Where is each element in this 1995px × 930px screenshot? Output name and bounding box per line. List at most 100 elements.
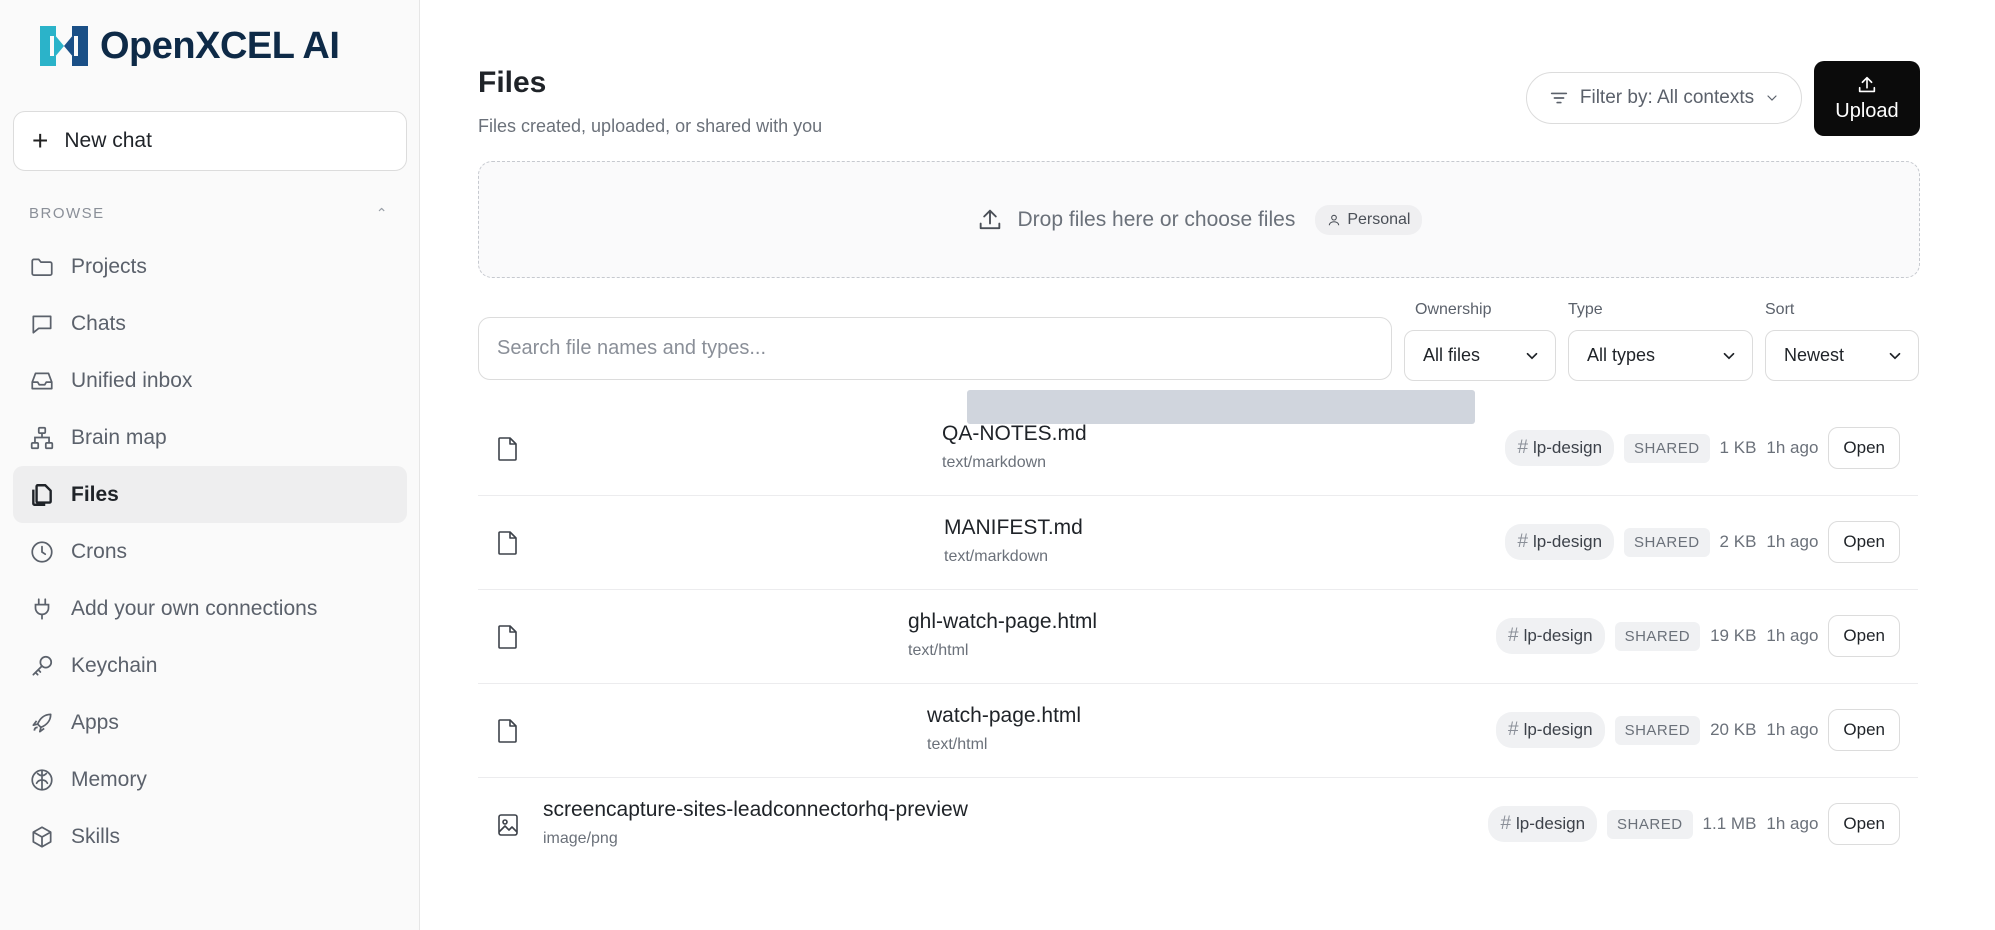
sidebar-item-skills[interactable]: Skills bbox=[13, 808, 407, 865]
status-badge: SHARED bbox=[1614, 621, 1701, 651]
hash-icon: # bbox=[1508, 719, 1519, 740]
logo-mark-icon bbox=[40, 26, 88, 66]
context-tag[interactable]: # lp-design bbox=[1488, 806, 1598, 842]
sidebar-item-label: Projects bbox=[71, 254, 147, 278]
sidebar-item-chats[interactable]: Chats bbox=[13, 295, 407, 352]
page-subtitle: Files created, uploaded, or shared with … bbox=[478, 116, 823, 136]
sidebar-item-label: Skills bbox=[71, 824, 121, 848]
file-age: 1h ago bbox=[1766, 626, 1819, 645]
context-tag-label: lp-design bbox=[1533, 438, 1603, 457]
sidebar-item-unified-inbox[interactable]: Unified inbox bbox=[13, 352, 407, 409]
sidebar-item-label: Apps bbox=[71, 710, 119, 734]
user-icon bbox=[1329, 214, 1340, 225]
context-tag[interactable]: # lp-design bbox=[1505, 430, 1615, 466]
file-row[interactable]: MANIFEST.md text/markdown # lp-design SHA… bbox=[478, 496, 1918, 590]
file-size: 2 KB bbox=[1719, 532, 1757, 551]
sort-select[interactable]: Newest bbox=[1765, 330, 1919, 381]
open-button[interactable]: Open bbox=[1828, 615, 1900, 657]
context-tag[interactable]: # lp-design bbox=[1505, 524, 1615, 560]
file-size: 1.1 MB bbox=[1702, 814, 1757, 833]
upload-label: Upload bbox=[1835, 100, 1899, 122]
image-icon bbox=[498, 814, 518, 836]
chevron-down-icon bbox=[1526, 352, 1538, 359]
file-list: QA-NOTES.md text/markdown # lp-design SHA… bbox=[478, 402, 1918, 872]
sidebar-item-brain-map[interactable]: Brain map bbox=[13, 409, 407, 466]
context-tag[interactable]: # lp-design bbox=[1496, 712, 1605, 748]
brain-icon bbox=[31, 768, 53, 791]
clock-icon bbox=[31, 540, 53, 563]
redacted-filename-block bbox=[967, 390, 1475, 424]
open-button[interactable]: Open bbox=[1828, 521, 1900, 563]
file-row[interactable]: ghl-watch-page.html text/html # lp-design… bbox=[478, 590, 1918, 684]
logo-text: OpenXCEL AI bbox=[100, 24, 340, 67]
sidebar-item-label: Crons bbox=[71, 539, 128, 563]
ownership-select[interactable]: All files bbox=[1404, 330, 1556, 381]
new-chat-button[interactable]: + New chat bbox=[13, 111, 407, 171]
context-tag-label: lp-design bbox=[1523, 626, 1593, 645]
open-button[interactable]: Open bbox=[1828, 803, 1900, 845]
sidebar-item-crons[interactable]: Crons bbox=[13, 523, 407, 580]
scope-badge-label: Personal bbox=[1347, 210, 1411, 228]
sidebar-nav: Projects Chats Unified inbox Brain map F… bbox=[13, 238, 407, 865]
ownership-value: All files bbox=[1423, 345, 1481, 365]
file-type: image/png bbox=[543, 830, 618, 847]
hash-icon: # bbox=[1500, 813, 1512, 834]
new-chat-label: New chat bbox=[64, 129, 152, 152]
context-tag-label: lp-design bbox=[1516, 814, 1586, 833]
sidebar-item-label: Keychain bbox=[71, 653, 158, 677]
sidebar-item-label: Memory bbox=[71, 767, 147, 791]
file-dropzone[interactable]: Drop files here or choose files Personal bbox=[478, 161, 1920, 278]
hierarchy-icon bbox=[30, 426, 54, 449]
sidebar-item-projects[interactable]: Projects bbox=[13, 238, 407, 295]
hash-icon: # bbox=[1517, 531, 1529, 552]
file-name[interactable]: QA-NOTES.md bbox=[942, 422, 1087, 446]
file-age: 1h ago bbox=[1766, 438, 1819, 457]
sidebar-item-keychain[interactable]: Keychain bbox=[13, 637, 407, 694]
sidebar-item-files[interactable]: Files bbox=[13, 466, 407, 523]
file-meta: # lp-design SHARED 20 KB 1h ago Open bbox=[1496, 709, 1900, 751]
file-name[interactable]: MANIFEST.md bbox=[944, 516, 1083, 540]
dropzone-text: Drop files here or choose files bbox=[1017, 207, 1296, 231]
context-filter-label: Filter by: All contexts bbox=[1579, 87, 1755, 108]
file-meta: # lp-design SHARED 2 KB 1h ago Open bbox=[1505, 521, 1900, 563]
sidebar-item-label: Brain map bbox=[71, 425, 167, 449]
file-age: 1h ago bbox=[1766, 532, 1819, 551]
file-name[interactable]: screencapture-sites-leadconnectorhq-prev… bbox=[543, 798, 968, 822]
open-button[interactable]: Open bbox=[1828, 427, 1900, 469]
plug-icon bbox=[34, 597, 50, 620]
file-icon bbox=[498, 437, 517, 461]
context-tag[interactable]: # lp-design bbox=[1496, 618, 1605, 654]
sidebar-item-memory[interactable]: Memory bbox=[13, 751, 407, 808]
file-name[interactable]: ghl-watch-page.html bbox=[908, 610, 1097, 634]
sidebar-item-add-your-own-connections[interactable]: Add your own connections bbox=[13, 580, 407, 637]
status-badge: SHARED bbox=[1624, 527, 1710, 557]
type-value: All types bbox=[1587, 345, 1656, 365]
sidebar: OpenXCEL AI + New chat BROWSE ⌃ Projects… bbox=[0, 0, 420, 930]
search-input[interactable] bbox=[478, 317, 1392, 380]
context-tag-label: lp-design bbox=[1523, 720, 1593, 739]
main-content: Files Files created, uploaded, or shared… bbox=[478, 0, 1920, 930]
browse-section-header[interactable]: BROWSE ⌃ bbox=[29, 205, 389, 222]
open-button[interactable]: Open bbox=[1828, 709, 1900, 751]
file-name[interactable]: watch-page.html bbox=[927, 704, 1081, 728]
sidebar-item-apps[interactable]: Apps bbox=[13, 694, 407, 751]
sidebar-item-label: Unified inbox bbox=[71, 368, 193, 392]
context-tag-label: lp-design bbox=[1533, 532, 1603, 551]
chevron-down-icon bbox=[1889, 352, 1901, 359]
file-age: 1h ago bbox=[1766, 814, 1819, 833]
file-type: text/markdown bbox=[942, 454, 1047, 471]
type-select[interactable]: All types bbox=[1568, 330, 1753, 381]
upload-button[interactable]: Upload bbox=[1814, 61, 1920, 136]
context-filter-button[interactable]: Filter by: All contexts bbox=[1526, 72, 1802, 124]
upload-icon bbox=[979, 209, 1000, 229]
file-size: 19 KB bbox=[1710, 626, 1757, 645]
chat-icon bbox=[32, 315, 52, 334]
logo[interactable]: OpenXCEL AI bbox=[38, 20, 340, 72]
file-row[interactable]: watch-page.html text/html # lp-design SHA… bbox=[478, 684, 1918, 778]
inbox-icon bbox=[31, 372, 53, 389]
file-icon bbox=[498, 531, 517, 555]
file-row[interactable]: screencapture-sites-leadconnectorhq-prev… bbox=[478, 778, 1918, 872]
hash-icon: # bbox=[1517, 437, 1529, 458]
chevron-down-icon bbox=[1767, 95, 1777, 101]
file-size: 1 KB bbox=[1719, 438, 1757, 457]
